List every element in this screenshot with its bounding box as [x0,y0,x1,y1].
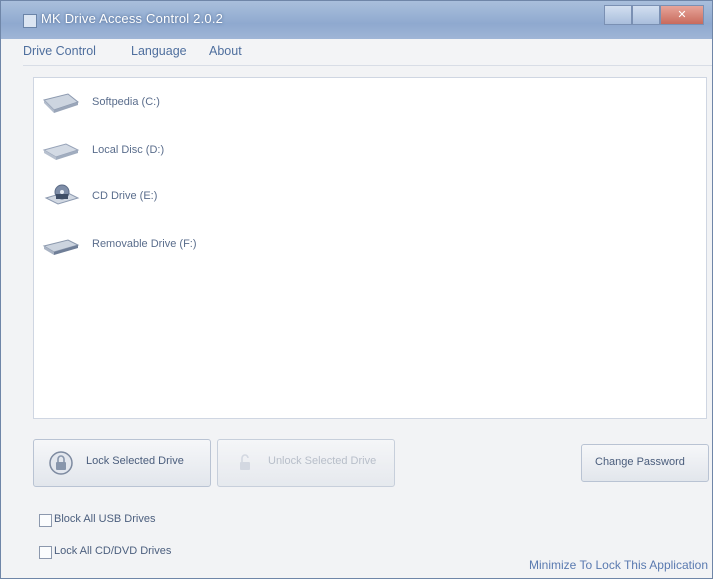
drive-label: CD Drive (E:) [92,190,158,202]
block-usb-checkbox[interactable] [39,514,52,527]
drive-label: Softpedia (C:) [92,96,160,108]
menu-drive-control[interactable]: Drive Control [23,44,96,58]
drive-list: Softpedia (C:) Local Disc (D:) CD Drive … [33,77,707,419]
menu-language[interactable]: Language [131,44,187,58]
close-button[interactable]: ✕ [660,5,704,25]
change-password-label: Change Password [595,456,685,468]
window-controls: ✕ [604,5,704,25]
app-window: MK Drive Access Control 2.0.2 ✕ Drive Co… [0,0,713,579]
menu-bar: Drive Control Language About [23,39,712,66]
lock-cd-checkbox[interactable] [39,546,52,559]
title-bar: MK Drive Access Control 2.0.2 ✕ [1,1,712,39]
drive-item-d[interactable]: Local Disc (D:) [40,134,340,168]
unlock-selected-drive-button[interactable]: Unlock Selected Drive [217,439,395,487]
drive-label: Removable Drive (F:) [92,238,197,250]
drive-label: Local Disc (D:) [92,144,165,156]
unlock-icon [240,454,250,470]
minimize-button[interactable] [604,5,632,25]
lock-selected-drive-button[interactable]: Lock Selected Drive [33,439,211,487]
menu-about[interactable]: About [209,44,242,58]
close-icon: ✕ [677,9,687,21]
drive-item-e[interactable]: CD Drive (E:) [40,180,340,214]
removable-drive-icon [42,239,80,255]
block-usb-label: Block All USB Drives [54,513,156,525]
app-icon [23,14,37,28]
maximize-button[interactable] [632,5,660,25]
lock-icon [49,451,73,475]
unlock-button-label: Unlock Selected Drive [268,455,377,467]
drive-item-c[interactable]: Softpedia (C:) [40,86,340,120]
change-password-button[interactable]: Change Password [581,444,709,482]
hard-drive-icon [42,143,80,160]
minimize-to-lock-link[interactable]: Minimize To Lock This Application [529,558,708,572]
cd-drive-icon [44,184,80,205]
lock-button-label: Lock Selected Drive [86,455,184,467]
window-title: MK Drive Access Control 2.0.2 [41,11,224,26]
lock-cd-label: Lock All CD/DVD Drives [54,545,172,557]
drive-item-f[interactable]: Removable Drive (F:) [40,228,340,262]
hard-drive-icon [43,93,80,113]
